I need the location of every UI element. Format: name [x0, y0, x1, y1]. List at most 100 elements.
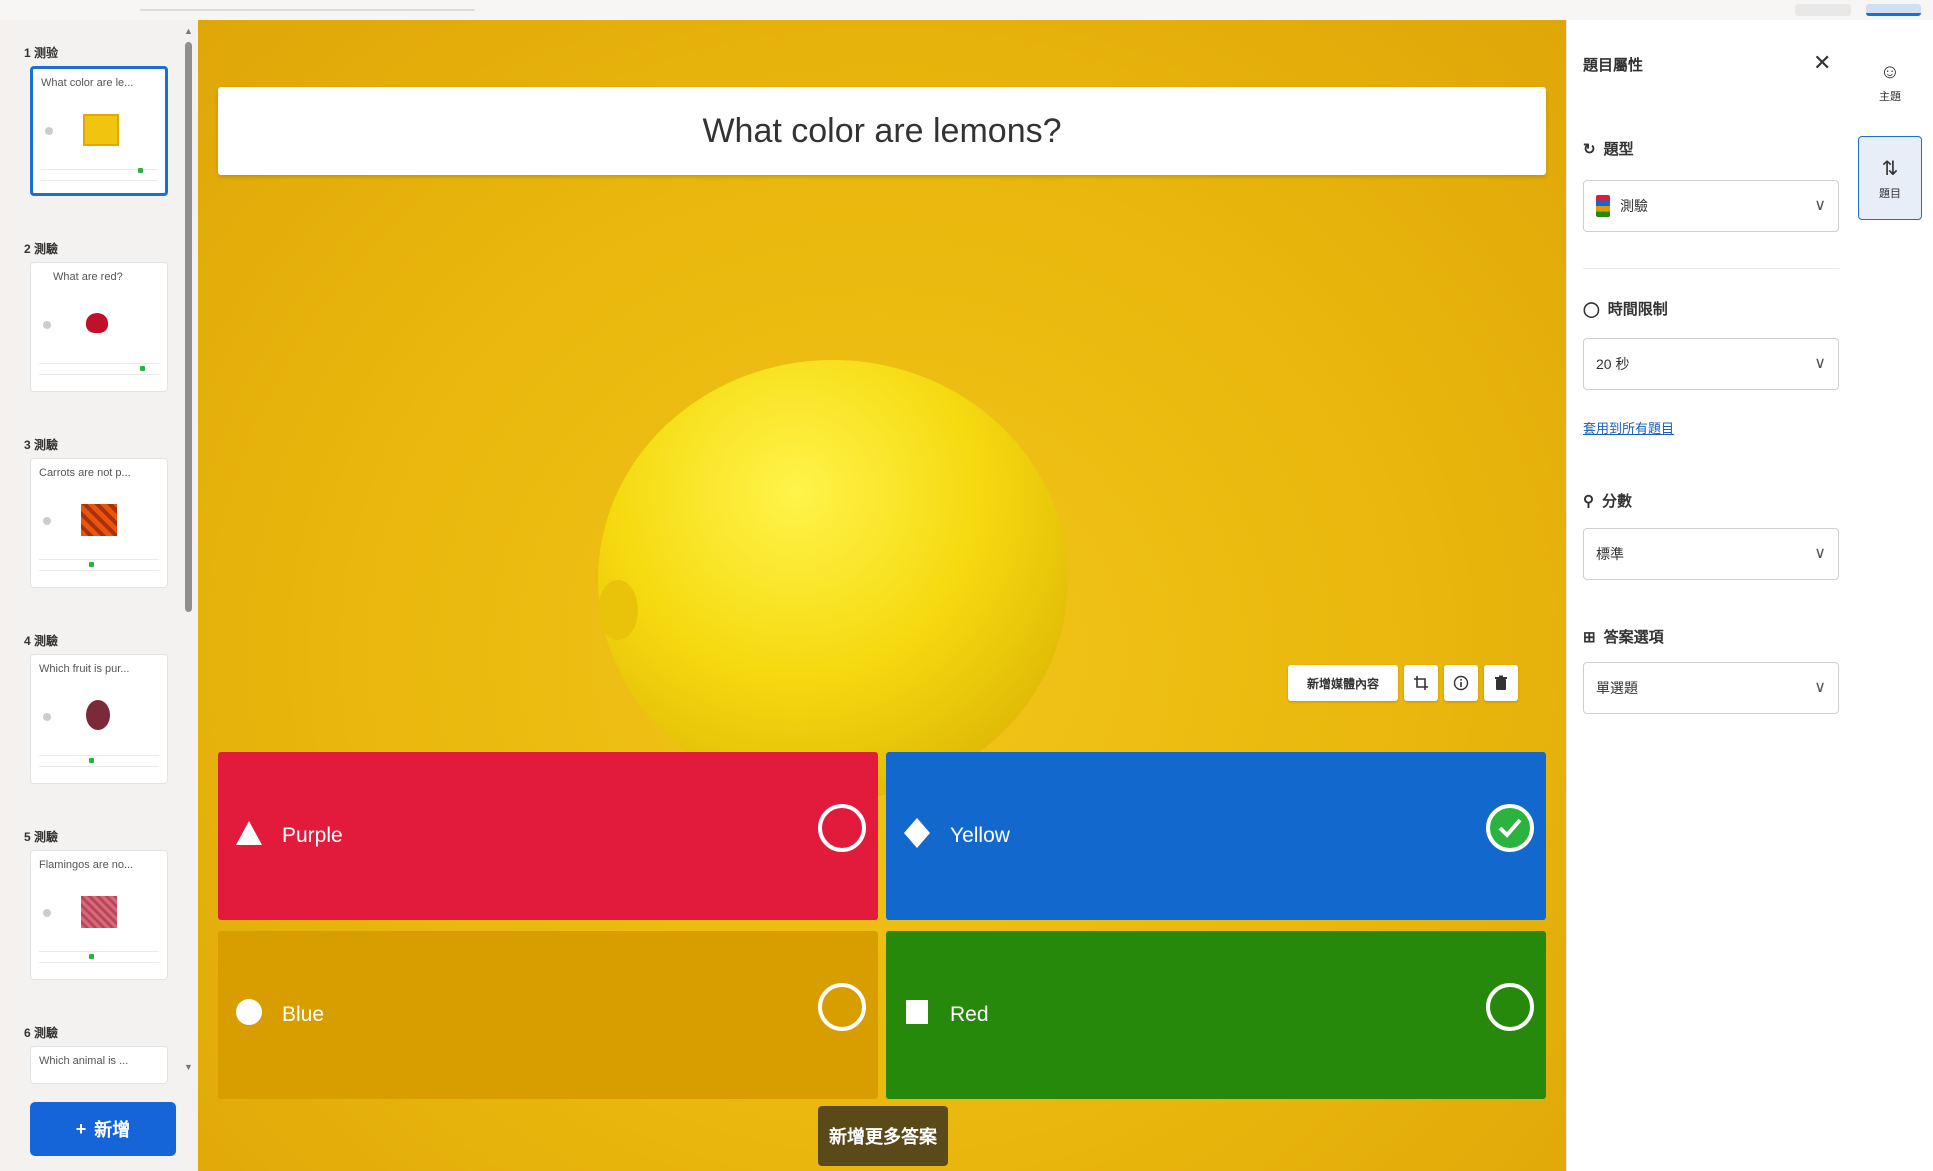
question-title-input[interactable]: What color are lemons?: [218, 87, 1546, 175]
square-icon: [902, 997, 932, 1027]
question-properties-panel: 題目屬性 ✕ ↻ 題型 測驗 ∨ ◯ 時間限制 20 秒 ∨ 套用到所有題目 ⚲…: [1566, 20, 1844, 1171]
correct-marker: [89, 954, 94, 959]
rail-theme-label: 主題: [1879, 90, 1901, 103]
answer-option-1[interactable]: Purple: [218, 752, 878, 920]
mark-correct-toggle[interactable]: [1486, 804, 1534, 852]
lemon-image-tip: [598, 580, 638, 640]
rail-theme-button[interactable]: ☺ 主題: [1858, 40, 1922, 124]
answer-option-2[interactable]: Yellow: [886, 752, 1546, 920]
mark-correct-toggle[interactable]: [818, 804, 866, 852]
slide-dot: [43, 909, 51, 917]
chevron-down-icon: ∨: [1814, 197, 1826, 214]
diamond-icon: [902, 818, 932, 848]
answer-label: Yellow: [950, 824, 1010, 847]
add-slide-button[interactable]: + 新增: [30, 1102, 176, 1156]
points-label: 分數: [1602, 493, 1633, 510]
add-more-answers-button[interactable]: 新增更多答案: [818, 1106, 948, 1166]
time-limit-heading: ◯ 時間限制: [1583, 298, 1668, 319]
circle-icon: [234, 997, 264, 1027]
crop-icon[interactable]: [1404, 665, 1438, 701]
chevron-down-icon: ∨: [1814, 355, 1826, 372]
time-limit-select[interactable]: 20 秒 ∨: [1583, 338, 1839, 390]
trophy-icon: ⚲: [1583, 492, 1594, 510]
slide-dot: [45, 127, 53, 135]
answer-options-value: 單選題: [1596, 680, 1638, 696]
answer-options-label: 答案選項: [1603, 629, 1664, 646]
points-heading: ⚲ 分數: [1583, 490, 1632, 511]
points-value: 標準: [1596, 546, 1624, 562]
answer-label: Red: [950, 1003, 989, 1026]
mark-correct-toggle[interactable]: [1486, 983, 1534, 1031]
answer-label: Blue: [282, 1003, 325, 1026]
slide-thumb-1[interactable]: What color are le...: [30, 66, 168, 196]
top-bar: [0, 0, 1933, 20]
question-type-select[interactable]: 測驗 ∨: [1583, 180, 1839, 232]
grid-icon: ⊞: [1583, 628, 1596, 646]
answer-options-heading: ⊞ 答案選項: [1583, 626, 1664, 647]
slide-question: Which animal is ...: [39, 1055, 129, 1067]
rail-question-button[interactable]: ⇅ 題目: [1858, 136, 1922, 220]
question-canvas: What color are lemons? 新增媒體內容 Purple Yel…: [198, 20, 1566, 1171]
carrot-thumbnail: [81, 504, 117, 536]
top-divider: [140, 9, 475, 11]
answer-option-3[interactable]: Blue: [218, 931, 878, 1099]
top-button[interactable]: [1795, 4, 1851, 16]
top-button-active[interactable]: [1866, 4, 1921, 16]
scroll-up-icon[interactable]: ▲: [184, 26, 193, 36]
correct-marker: [89, 758, 94, 763]
replace-media-button[interactable]: 新增媒體內容: [1288, 665, 1398, 701]
panel-title: 題目屬性: [1583, 57, 1644, 74]
answer-label: Purple: [282, 824, 343, 847]
lemon-thumbnail: [83, 114, 119, 146]
question-type-label: 題型: [1603, 141, 1634, 158]
question-type-value: 測驗: [1620, 198, 1648, 214]
points-select[interactable]: 標準 ∨: [1583, 528, 1839, 580]
time-limit-value: 20 秒: [1596, 356, 1630, 372]
answer-option-4[interactable]: Red: [886, 931, 1546, 1099]
leaf-thumbnail: [86, 313, 108, 333]
section-divider: [1583, 268, 1839, 269]
slides-panel: ▲ ▼ 1 测验 What color are le... 2 測驗 What …: [20, 22, 198, 1171]
slide-answers-preview: [39, 559, 159, 571]
close-icon[interactable]: ✕: [1813, 50, 1831, 76]
apply-to-all-link[interactable]: 套用到所有題目: [1583, 418, 1674, 437]
answer-options-select[interactable]: 單選題 ∨: [1583, 662, 1839, 714]
slides-scrollbar[interactable]: [185, 42, 192, 612]
time-limit-label: 時間限制: [1607, 301, 1668, 318]
correct-marker: [138, 168, 143, 173]
slide-head-2: 2 測驗: [24, 242, 59, 256]
slide-thumb-3[interactable]: Carrots are not p...: [30, 458, 168, 588]
question-type-heading: ↻ 題型: [1583, 138, 1634, 159]
info-icon[interactable]: [1444, 665, 1478, 701]
slide-head-4: 4 測驗: [24, 634, 59, 648]
scroll-down-icon[interactable]: ▼: [184, 1062, 193, 1072]
slide-thumb-5[interactable]: Flamingos are no...: [30, 850, 168, 980]
slide-question: Flamingos are no...: [39, 859, 134, 871]
slide-thumb-2[interactable]: What are red?: [30, 262, 168, 392]
slide-head-1: 1 测验: [24, 46, 59, 60]
media-toolbar: 新增媒體內容: [1288, 665, 1518, 701]
slide-thumb-6[interactable]: Which animal is ...: [30, 1046, 168, 1084]
slide-head-3: 3 測驗: [24, 438, 59, 452]
lemon-image[interactable]: [598, 360, 1068, 800]
checkmark-icon: [1498, 818, 1522, 838]
slide-dot: [43, 713, 51, 721]
mark-correct-toggle[interactable]: [818, 983, 866, 1031]
flamingo-thumbnail: [81, 896, 117, 928]
quiz-type-icon: [1596, 195, 1610, 217]
slide-answers-preview: [39, 951, 159, 963]
correct-marker: [89, 562, 94, 567]
slide-question: What are red?: [53, 271, 123, 283]
slide-head-5: 5 測驗: [24, 830, 59, 844]
delete-icon[interactable]: [1484, 665, 1518, 701]
correct-marker: [140, 366, 145, 371]
triangle-icon: [234, 818, 264, 848]
refresh-icon: ↻: [1583, 140, 1596, 158]
right-rail: ☺ 主題 ⇅ 題目: [1844, 20, 1933, 1171]
chevron-down-icon: ∨: [1814, 679, 1826, 696]
fruit-thumbnail: [86, 700, 110, 730]
slide-thumb-4[interactable]: Which fruit is pur...: [30, 654, 168, 784]
slide-head-6: 6 測驗: [24, 1026, 59, 1040]
add-slide-label: 新增: [94, 1120, 131, 1140]
slide-question: What color are le...: [41, 77, 134, 89]
